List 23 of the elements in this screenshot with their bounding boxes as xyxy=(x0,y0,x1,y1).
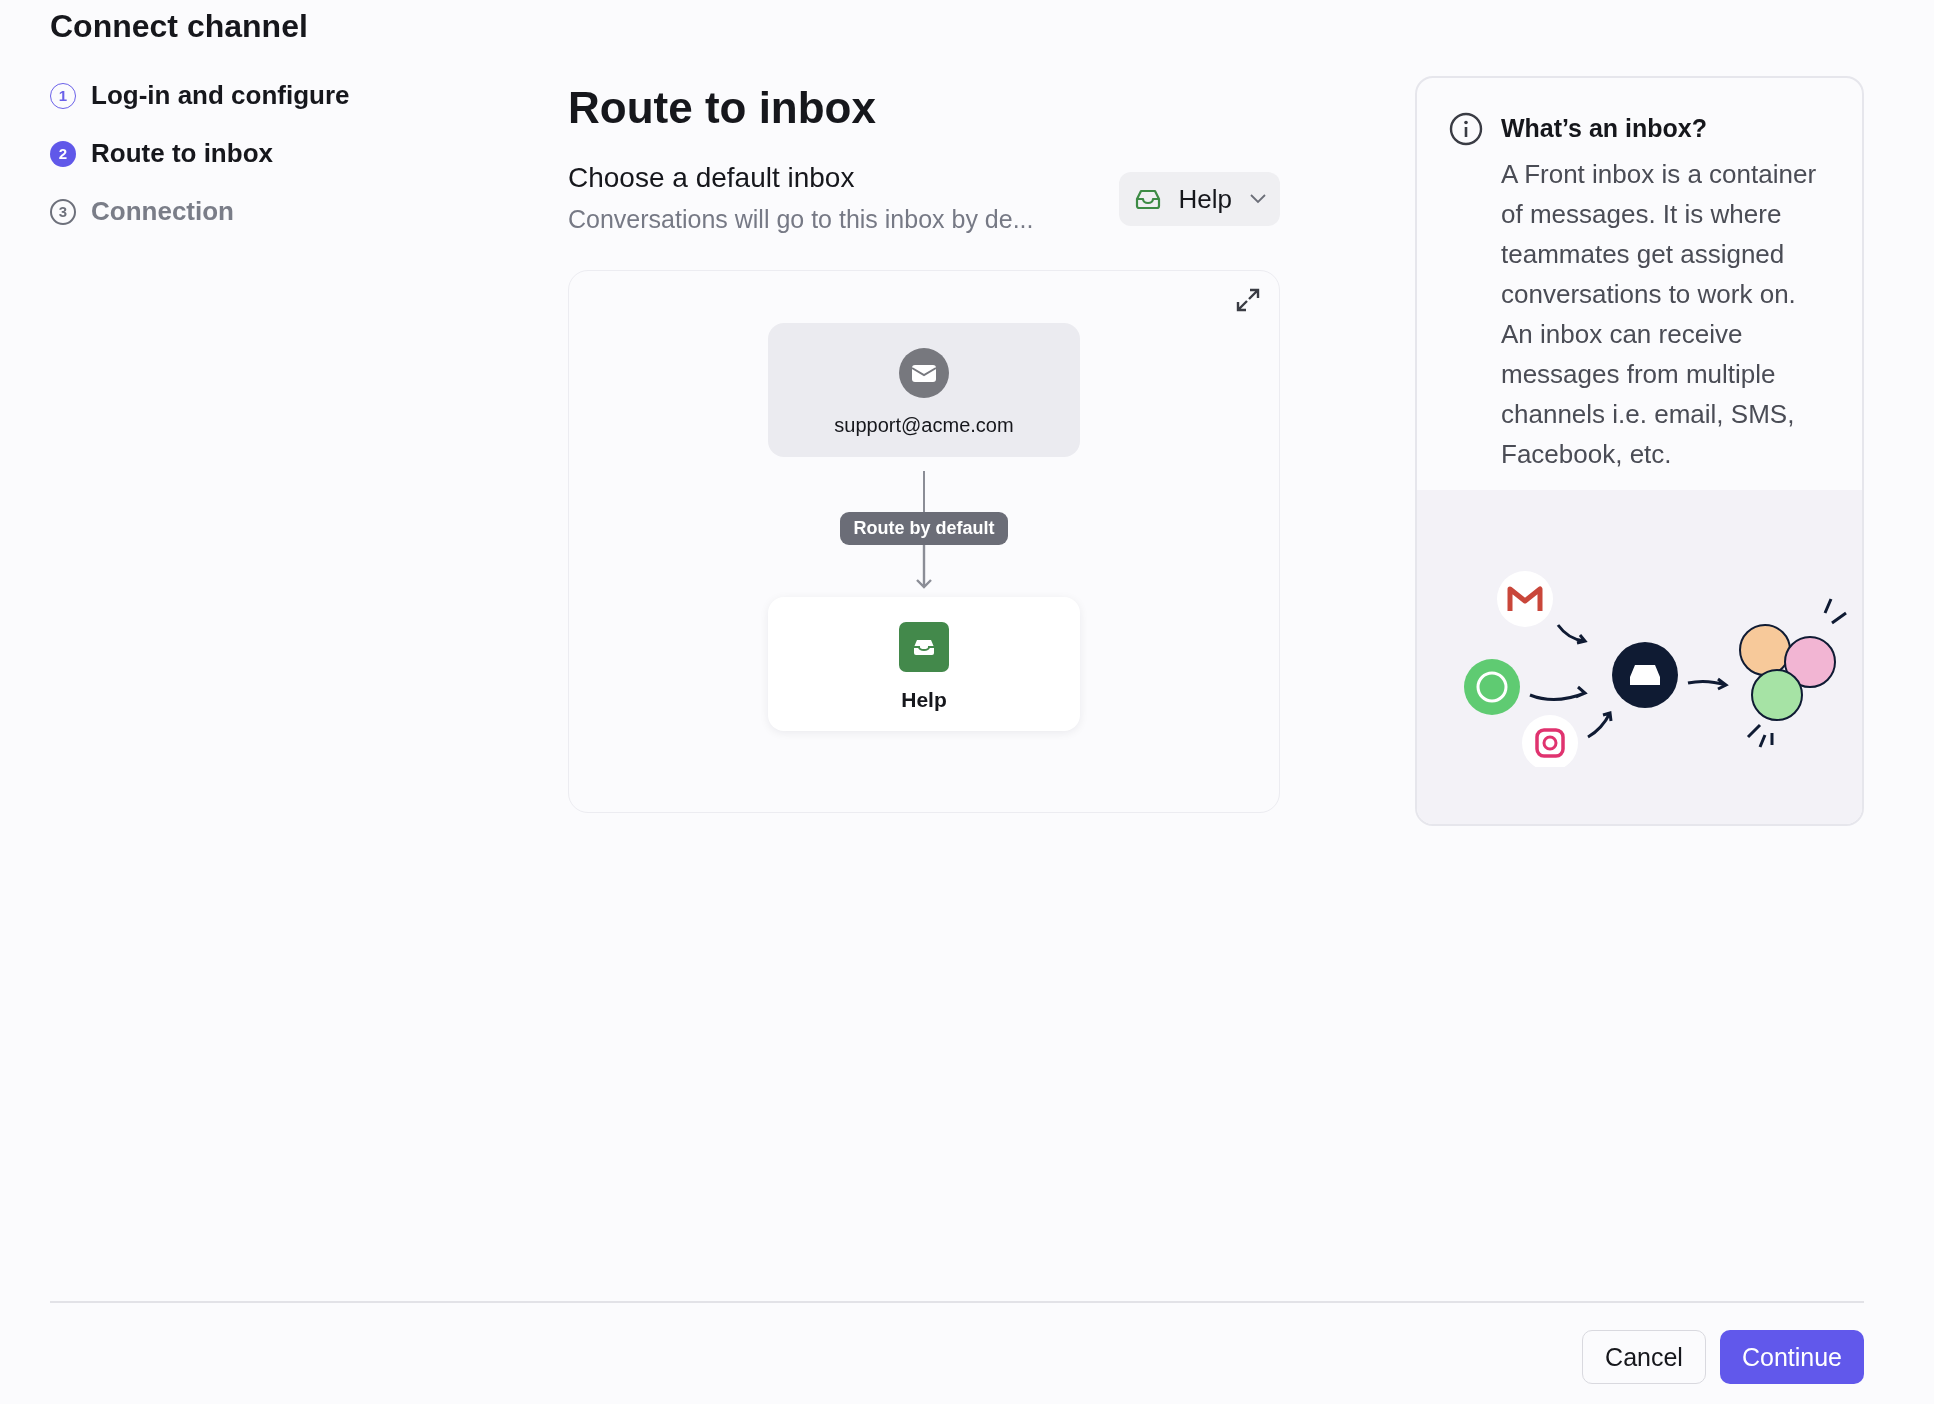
cancel-button[interactable]: Cancel xyxy=(1582,1330,1706,1384)
envelope-icon xyxy=(899,348,949,398)
field-label: Choose a default inbox xyxy=(568,161,856,195)
step-item[interactable]: 2 Route to inbox xyxy=(50,138,273,169)
chevron-down-icon xyxy=(1250,194,1266,204)
node-label: Help xyxy=(901,688,947,712)
inbox-icon xyxy=(899,622,949,672)
info-icon xyxy=(1449,112,1483,146)
step-item[interactable]: 3 Connection xyxy=(50,196,234,227)
section-heading: Route to inbox xyxy=(568,82,877,134)
node-label: support@acme.com xyxy=(834,414,1014,437)
continue-button[interactable]: Continue xyxy=(1719,1330,1864,1384)
edge-label: Route by default xyxy=(840,512,1008,545)
connector-arrow xyxy=(915,545,933,589)
step-item[interactable]: 1 Log-in and configure xyxy=(50,80,350,111)
info-title: What’s an inbox? xyxy=(1501,113,1709,144)
connector-line xyxy=(922,471,926,512)
page-title: Connect channel xyxy=(50,8,309,44)
inbox-icon xyxy=(1134,188,1161,210)
info-text: A Front inbox is a container of messages. It is where teammates get assigned conversations to work on. An inbox can receive messages from multiple channels i.e. email, SMS, Facebook, etc. xyxy=(1501,158,1818,471)
inbox-dropdown[interactable]: Help xyxy=(1118,172,1280,226)
field-description: Conversations will go to this inbox by de... xyxy=(568,204,1034,235)
expand-icon[interactable] xyxy=(1235,287,1261,313)
